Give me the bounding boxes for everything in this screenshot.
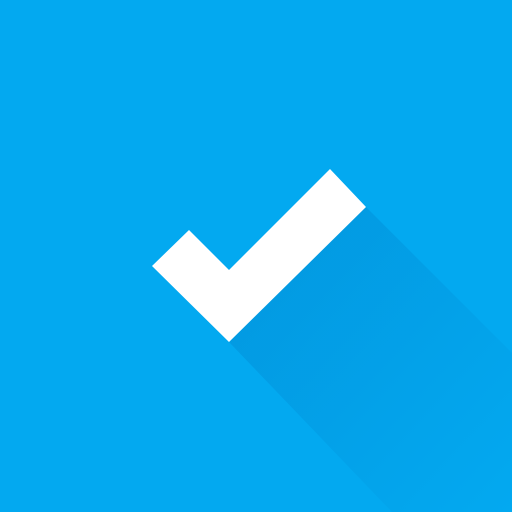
checkmark-graphic: [152, 169, 512, 512]
app-icon-tile: [0, 0, 512, 512]
